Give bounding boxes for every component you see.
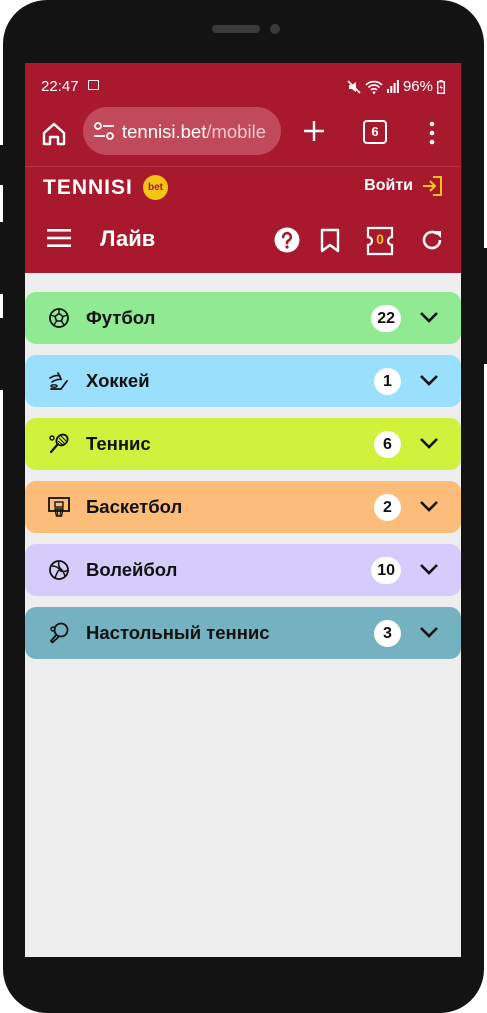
site-header: TENNISI bet Войти Лайв 0: [25, 166, 461, 273]
basketball-hoop-icon: [48, 497, 70, 517]
sport-count-badge: 3: [374, 620, 401, 647]
sport-count-badge: 2: [374, 494, 401, 521]
browser-toolbar: tennisi.bet/mobile 6: [25, 105, 461, 166]
sport-row-basketball[interactable]: Баскетбол 2: [25, 481, 461, 533]
login-icon: [423, 176, 442, 196]
site-settings-icon[interactable]: [93, 121, 115, 141]
refresh-icon[interactable]: [420, 228, 444, 252]
battery-percent: 96%: [402, 78, 433, 95]
phone-camera: [270, 24, 280, 34]
coupon-count: 0: [376, 231, 384, 247]
url-host: tennisi.bet: [122, 121, 207, 142]
sport-name: Волейбол: [86, 559, 178, 580]
sport-row-table-tennis[interactable]: Настольный теннис 3: [25, 607, 461, 659]
sport-row-football[interactable]: Футбол 22: [25, 292, 461, 344]
sport-count-badge: 6: [374, 431, 401, 458]
url-text: tennisi.bet/mobile: [122, 121, 266, 143]
sport-count-badge: 10: [371, 557, 401, 584]
chevron-down-icon[interactable]: [419, 562, 439, 576]
sport-row-tennis[interactable]: Теннис 6: [25, 418, 461, 470]
sport-row-hockey[interactable]: Хоккей 1: [25, 355, 461, 407]
bookmark-icon[interactable]: [320, 228, 340, 253]
sport-name: Теннис: [86, 433, 151, 454]
sport-count-badge: 22: [371, 305, 401, 332]
chevron-down-icon[interactable]: [419, 310, 439, 324]
page-title: Лайв: [100, 226, 156, 251]
help-icon[interactable]: [274, 227, 300, 253]
sport-row-volleyball[interactable]: Волейбол 10: [25, 544, 461, 596]
status-indicators: 96%: [347, 78, 445, 95]
login-button[interactable]: Войти: [364, 175, 443, 197]
status-bar: 22:47 96%: [25, 63, 461, 105]
soccer-ball-icon: [49, 308, 69, 328]
chevron-down-icon[interactable]: [419, 499, 439, 513]
chevron-down-icon[interactable]: [419, 436, 439, 450]
sport-name: Настольный теннис: [86, 622, 270, 643]
chevron-down-icon[interactable]: [419, 625, 439, 639]
hamburger-menu-icon[interactable]: [47, 229, 71, 247]
login-label: Войти: [364, 177, 413, 194]
hockey-icon: [49, 372, 68, 390]
logo-text[interactable]: TENNISI: [43, 176, 133, 200]
chevron-down-icon[interactable]: [419, 373, 439, 387]
tab-switcher-button[interactable]: 6: [363, 120, 387, 144]
phone-speaker: [212, 25, 260, 33]
logo-badge: bet: [143, 175, 168, 200]
gallery-notification-icon: [88, 80, 99, 90]
address-bar[interactable]: tennisi.bet/mobile: [83, 107, 281, 155]
tennis-racket-icon: [49, 433, 69, 454]
bet-coupon-button[interactable]: 0: [366, 226, 394, 256]
sport-name: Футбол: [86, 307, 156, 328]
volleyball-icon: [49, 560, 69, 580]
more-menu-icon[interactable]: [425, 121, 439, 145]
signal-icon: [386, 80, 399, 93]
battery-icon: [437, 79, 445, 94]
status-time: 22:47: [41, 78, 79, 95]
table-tennis-icon: [50, 622, 69, 644]
sport-name: Баскетбол: [86, 496, 183, 517]
wifi-icon: [365, 80, 383, 94]
url-path: /mobile: [206, 121, 266, 142]
sport-name: Хоккей: [86, 370, 150, 391]
screen: 22:47 96% tennisi.bet/mobile 6 TENNISI b…: [25, 63, 461, 957]
home-icon[interactable]: [39, 119, 69, 149]
new-tab-icon[interactable]: [301, 118, 327, 144]
sport-count-badge: 1: [374, 368, 401, 395]
mute-icon: [347, 79, 361, 94]
